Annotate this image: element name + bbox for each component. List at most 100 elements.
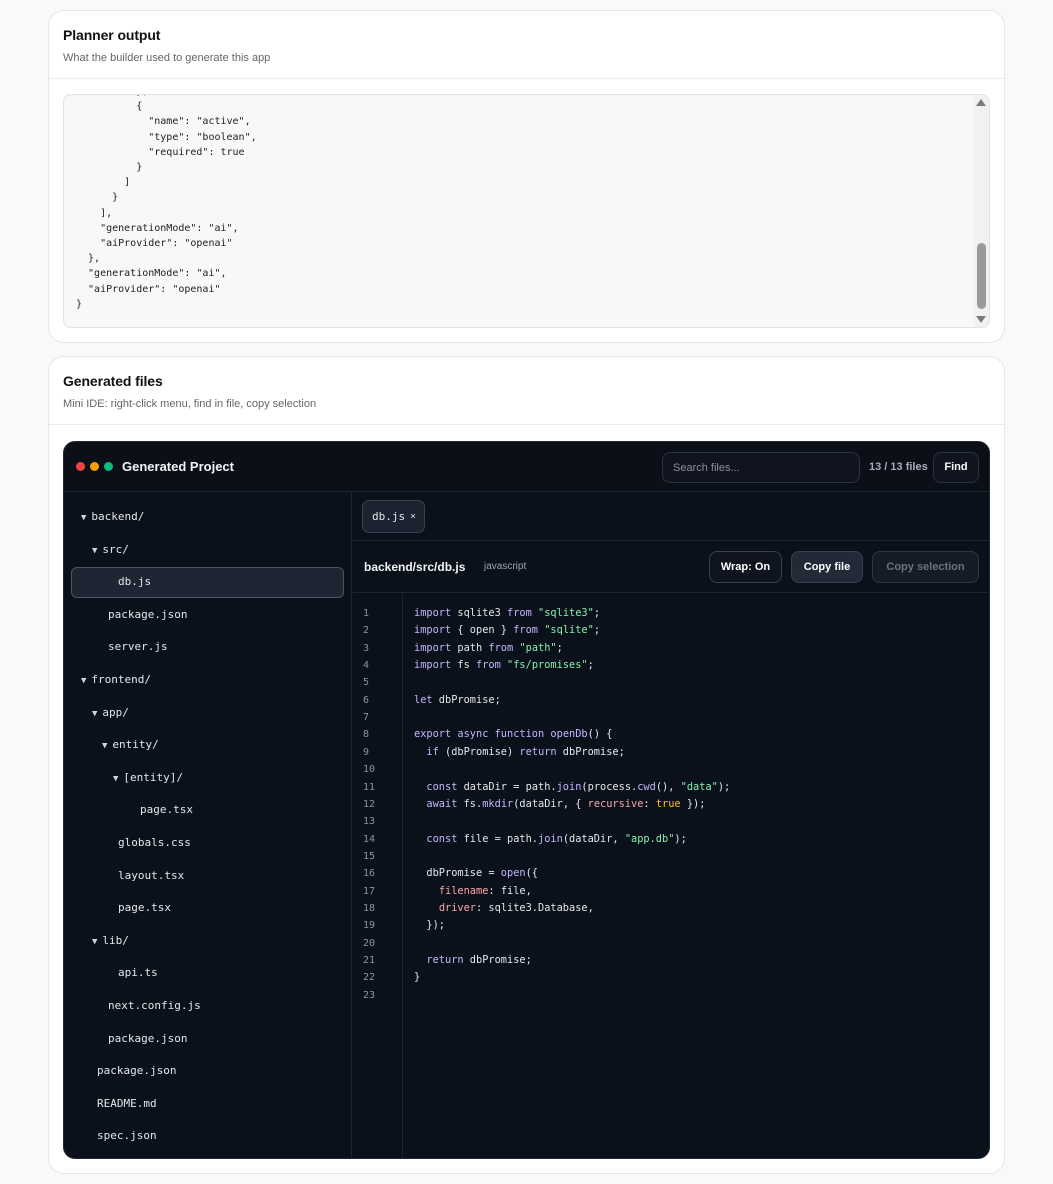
- tree-file[interactable]: layout.tsx: [118, 867, 184, 885]
- tree-file[interactable]: README.md: [97, 1095, 157, 1113]
- code-line: export async function openDb() {: [414, 728, 613, 741]
- line-number: 14: [363, 833, 376, 845]
- scroll-down-arrow-icon[interactable]: [976, 316, 986, 323]
- code-line: const dataDir = path.join(process.cwd(),…: [426, 780, 731, 793]
- code-area[interactable]: 1 2 3 4 5 6 7 8 9 10 11 12 13 14 15 16 17 18 19 20 21 22 23 im…: [353, 594, 989, 1158]
- file-path: backend/src/db.js: [364, 560, 466, 574]
- tree-item-label: lib/: [102, 933, 129, 947]
- tree-file[interactable]: spec.json: [97, 1127, 157, 1145]
- caret-down-icon: ▼: [113, 773, 119, 784]
- tree-folder[interactable]: ▼ src/: [92, 541, 129, 559]
- line-number: 23: [363, 989, 376, 1001]
- tree-folder[interactable]: ▼ lib/: [92, 932, 129, 950]
- planner-output-card: Planner output What the builder used to …: [48, 10, 1005, 343]
- code-line: import sqlite3 from "sqlite3";: [414, 607, 601, 619]
- copy-file-button[interactable]: Copy file: [791, 551, 863, 583]
- generated-header: Generated files Mini IDE: right-click me…: [49, 357, 1004, 425]
- tree-selected-highlight: [71, 567, 344, 598]
- file-tree: ▼ backend/ ▼ src/db.js package.json server.js…: [64, 493, 352, 1158]
- json-line: "generationMode": "ai",: [76, 222, 239, 234]
- generated-files-card: Generated files Mini IDE: right-click me…: [48, 356, 1005, 1174]
- tree-item-label: db.js: [118, 575, 152, 589]
- code-line: });: [414, 919, 445, 932]
- tree-folder[interactable]: ▼ [entity]/: [113, 769, 183, 787]
- json-line: }: [76, 162, 143, 174]
- json-scrollbar[interactable]: [974, 95, 989, 327]
- tree-file[interactable]: api.ts: [118, 964, 158, 982]
- json-line: "name": "active",: [76, 116, 251, 128]
- caret-down-icon: ▼: [92, 708, 98, 719]
- tree-item-label: next.config.js: [108, 999, 201, 1012]
- line-number: 4: [363, 660, 370, 672]
- code-line: return dbPromise;: [426, 954, 532, 966]
- line-number: 15: [363, 850, 376, 862]
- code-line: await fs.mkdir(dataDir, { recursive: tru…: [426, 797, 706, 810]
- caret-down-icon: ▼: [92, 936, 98, 947]
- tree-item-label: frontend/: [91, 673, 152, 686]
- json-line: "required": true: [76, 146, 245, 158]
- tree-folder[interactable]: ▼ frontend/: [81, 671, 151, 689]
- editor-tab-label: db.js: [372, 510, 406, 523]
- tree-item-label: api.ts: [118, 966, 158, 980]
- line-number: 12: [363, 798, 376, 810]
- language-badge: javascript: [484, 561, 527, 572]
- editor-tab-db-js[interactable]: db.js ×: [362, 500, 425, 533]
- json-line: "type": "boolean",: [76, 131, 257, 143]
- wrap-toggle-button[interactable]: Wrap: On: [709, 551, 782, 583]
- tree-file[interactable]: page.tsx: [118, 899, 171, 917]
- project-title: Generated Project: [122, 459, 234, 474]
- code-line: driver: sqlite3.Database,: [438, 901, 594, 914]
- tree-file[interactable]: package.json: [108, 1030, 187, 1048]
- line-number: 21: [363, 955, 376, 966]
- line-number: 17: [363, 885, 376, 897]
- line-number: 9: [363, 746, 370, 758]
- code-line: import fs from "fs/promises";: [414, 659, 594, 672]
- line-number: 11: [363, 781, 376, 793]
- json-line: "aiProvider": "openai": [76, 283, 221, 295]
- json-line: {: [76, 101, 143, 113]
- find-button[interactable]: Find: [933, 452, 979, 483]
- line-number: 19: [363, 920, 376, 932]
- planner-header: Planner output What the builder used to …: [49, 11, 1004, 79]
- tree-item-label: backend/: [91, 510, 145, 523]
- file-search-input[interactable]: [662, 452, 860, 483]
- tree-folder[interactable]: ▼ app/: [92, 704, 129, 722]
- code-line: import { open } from "sqlite";: [414, 624, 601, 637]
- json-line: "aiProvider": "openai": [76, 238, 233, 250]
- tree-file[interactable]: globals.css: [118, 834, 191, 852]
- tree-file[interactable]: package.json: [108, 606, 187, 624]
- tree-file[interactable]: package.json: [97, 1062, 176, 1080]
- json-line: ],: [76, 207, 113, 219]
- tree-folder[interactable]: ▼ backend/: [81, 508, 144, 526]
- line-number: 7: [363, 712, 370, 724]
- copy-selection-button[interactable]: Copy selection: [872, 551, 979, 583]
- tree-item-label: src/: [102, 542, 129, 556]
- code-line: filename: file,: [438, 884, 532, 897]
- scroll-thumb[interactable]: [977, 243, 986, 309]
- planner-subtitle: What the builder used to generate this a…: [63, 52, 271, 64]
- json-line: ]: [76, 177, 131, 189]
- file-count: 13 / 13 files: [869, 461, 928, 473]
- tree-file[interactable]: db.js: [118, 573, 151, 591]
- tree-item-label: package.json: [108, 1031, 188, 1045]
- tree-item-label: app/: [102, 705, 129, 719]
- line-number: 5: [363, 677, 370, 689]
- line-number: 18: [363, 902, 376, 914]
- tree-item-label: [entity]/: [123, 770, 184, 784]
- tree-file[interactable]: page.tsx: [140, 801, 193, 819]
- scroll-up-arrow-icon[interactable]: [976, 99, 986, 106]
- caret-down-icon: ▼: [81, 513, 87, 523]
- tree-item-label: package.json: [97, 1064, 177, 1078]
- code-line: }: [414, 971, 421, 984]
- planner-json-viewer[interactable]: }, { "name": "active", "type": "boolean"…: [63, 94, 990, 328]
- generated-title: Generated files: [63, 373, 163, 389]
- tree-file[interactable]: next.config.js: [108, 997, 201, 1015]
- line-number: 3: [363, 642, 370, 654]
- line-number: 16: [363, 868, 376, 880]
- close-icon[interactable]: ×: [410, 501, 416, 532]
- tree-folder[interactable]: ▼ entity/: [102, 736, 159, 754]
- tree-item-label: entity/: [112, 738, 159, 752]
- window-minimize-dot-icon: [90, 462, 99, 471]
- tree-file[interactable]: server.js: [108, 638, 168, 656]
- ide-toolbar: Generated Project 13 / 13 files Find: [64, 442, 989, 492]
